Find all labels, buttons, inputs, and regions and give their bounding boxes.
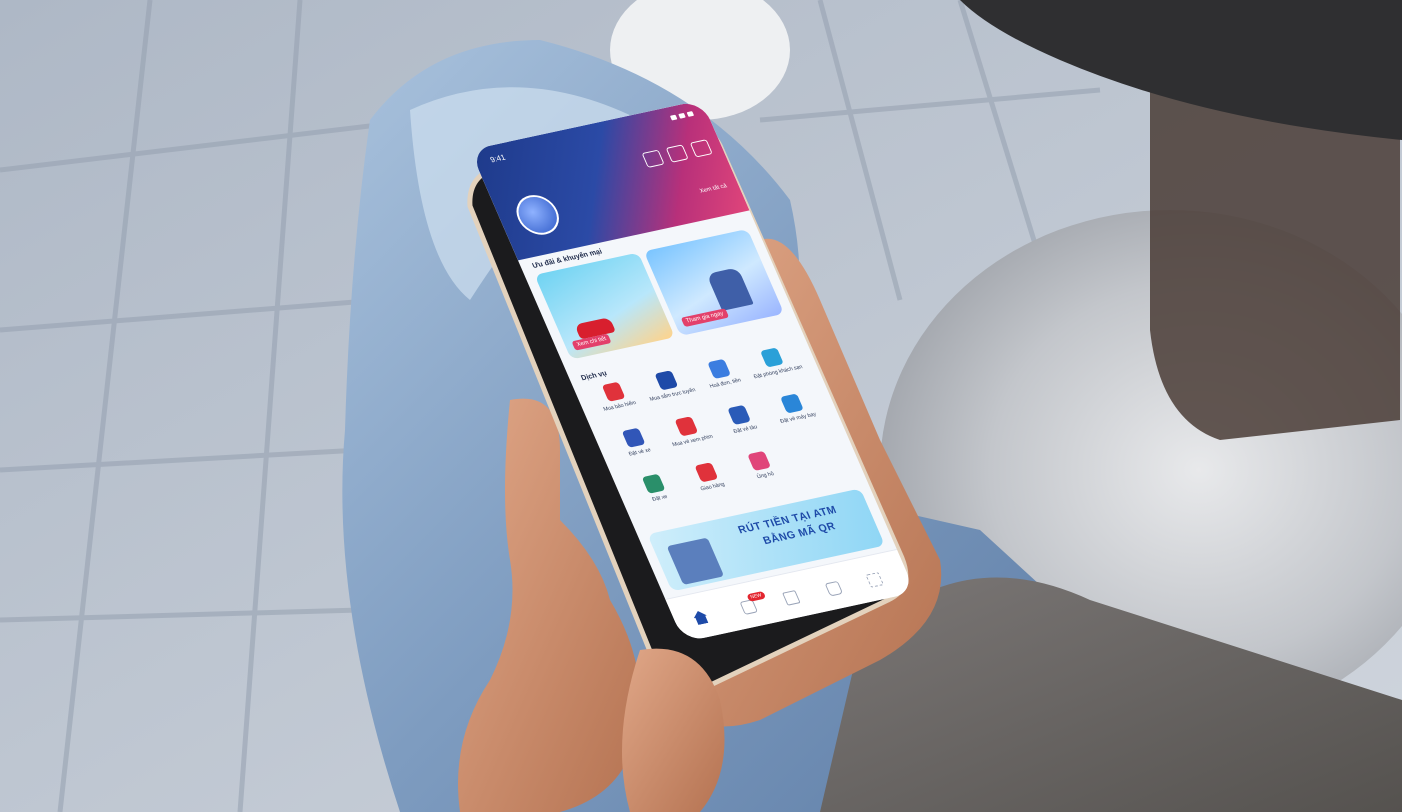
home-icon[interactable]: [691, 610, 710, 626]
bill-icon: [707, 358, 732, 379]
menu-grid-icon[interactable]: [865, 572, 884, 588]
train-icon: [727, 404, 752, 425]
ticket-icon: [674, 416, 699, 437]
service-label: Mua sắm trực tuyến: [648, 387, 697, 403]
services-grid: Mua bảo hiểm Mua sắm trực tuyến Hoá đơn, t…: [584, 343, 817, 503]
hotel-icon: [760, 347, 784, 368]
heart-icon: [747, 450, 772, 471]
inbox-icon[interactable]: [641, 149, 665, 168]
table-leg: [1150, 90, 1400, 440]
service-label: Đặt vé xe: [628, 447, 652, 458]
qr-scan-icon[interactable]: [689, 139, 713, 158]
bus-icon: [621, 427, 646, 448]
service-label: Đặt xe: [651, 494, 669, 503]
bag-icon[interactable]: [824, 580, 844, 597]
people-image: [706, 267, 754, 311]
gift-icon[interactable]: [739, 599, 759, 615]
promo-right-tag[interactable]: Tham gia ngay: [680, 308, 729, 328]
shield-icon: [601, 381, 626, 402]
tab-badge: NEW: [746, 590, 766, 602]
wifi-icon: [678, 112, 686, 119]
signal-icon: [669, 114, 678, 121]
promo-left-tag[interactable]: Xem chi tiết: [571, 333, 612, 351]
see-all-link[interactable]: Xem tất cả: [699, 183, 728, 194]
service-label: Mua bảo hiểm: [602, 400, 638, 413]
header-actions: [641, 139, 713, 168]
avatar[interactable]: [509, 191, 566, 239]
card-icon[interactable]: [665, 144, 689, 163]
atm-image: [666, 537, 725, 585]
service-label: Hoá đơn, tiền: [708, 377, 743, 390]
service-label: Mua vé xem phim: [671, 433, 715, 449]
services-title: Dịch vụ: [579, 368, 609, 383]
service-label: Ủng hộ: [756, 471, 775, 481]
service-label: Đặt vé tàu: [732, 424, 759, 435]
status-icons: [669, 111, 695, 121]
status-time: 9:41: [488, 152, 507, 165]
truck-icon: [694, 462, 719, 483]
service-label: Đặt vé máy bay: [779, 411, 818, 425]
service-label: Đặt phòng khách sạn: [753, 364, 804, 381]
qr-icon[interactable]: [782, 590, 801, 606]
car-icon: [641, 473, 666, 494]
cart-icon: [654, 370, 679, 391]
plane-icon: [780, 393, 804, 414]
photo-scene: 9:41 Xem tất cả Ưu đãi & khuyến mại Xem …: [0, 0, 1402, 812]
service-label: Giao hàng: [699, 481, 726, 493]
battery-icon: [686, 111, 695, 117]
